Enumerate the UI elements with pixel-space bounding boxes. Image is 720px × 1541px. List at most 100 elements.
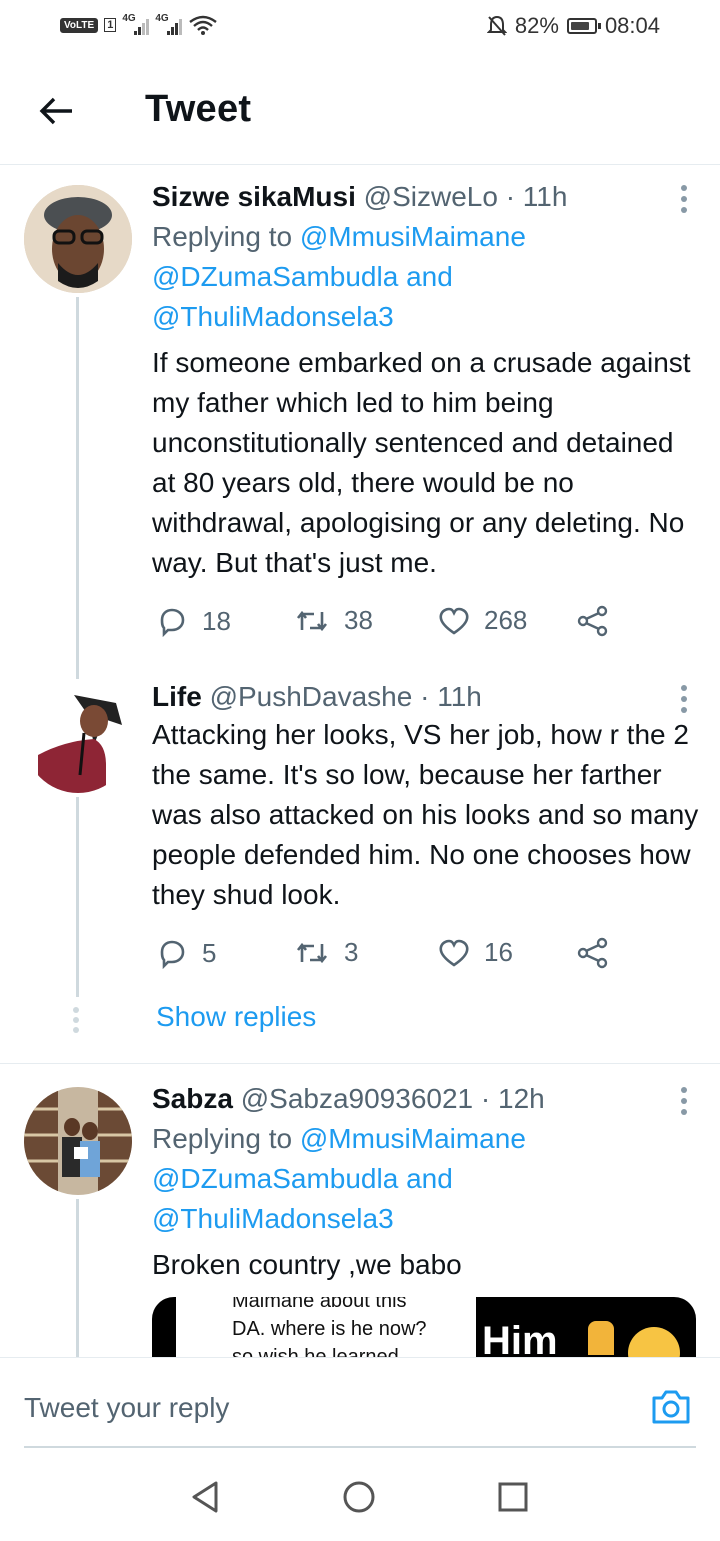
mention-link[interactable]: @DZumaSambudla	[152, 261, 398, 292]
share-button[interactable]	[576, 605, 610, 637]
avatar[interactable]	[24, 1087, 132, 1195]
retweet-count: 3	[344, 937, 359, 967]
tweet-header: Sabza @Sabza90936021 · 12h	[152, 1081, 700, 1117]
like-button[interactable]: 268	[438, 605, 527, 636]
tweet-content: Life @PushDavashe · 11h Attacking her lo…	[152, 679, 700, 915]
heart-icon	[439, 939, 469, 967]
wifi-icon	[189, 15, 218, 35]
replying-label: Replying to	[152, 221, 293, 252]
tweet-time: · 11h	[505, 181, 568, 212]
tweet-1[interactable]: Sizwe sikaMusi @SizweLo · 11h Replying t…	[0, 165, 720, 679]
share-icon	[577, 937, 608, 969]
battery-icon	[566, 18, 601, 34]
signal-icon: 4G	[122, 13, 150, 35]
status-left: VoLTE 1 4G 4G	[60, 13, 218, 36]
divider	[0, 1063, 720, 1064]
tweet-time: · 11h	[420, 681, 482, 712]
top-app-bar: Tweet	[0, 58, 720, 165]
display-name[interactable]: Life	[152, 681, 202, 712]
retweet-icon	[296, 942, 328, 963]
more-options-icon[interactable]	[678, 1087, 690, 1117]
media-text: Him	[482, 1319, 558, 1357]
avatar-image	[24, 185, 132, 293]
replying-to: Replying to @MmusiMaimane @DZumaSambudla…	[152, 1119, 700, 1239]
battery-fill	[570, 22, 589, 30]
retweet-button[interactable]: 3	[294, 937, 358, 968]
signal-icon: 4G	[155, 13, 183, 35]
reply-button[interactable]: 18	[156, 605, 231, 637]
avatar-image	[24, 685, 132, 793]
avatar[interactable]	[24, 685, 132, 793]
tweet-content: Sabza @Sabza90936021 · 12h Replying to @…	[152, 1081, 700, 1285]
camera-icon[interactable]	[650, 1386, 692, 1428]
tweet-time: · 12h	[480, 1083, 545, 1114]
reply-icon	[160, 940, 185, 969]
retweet-count: 38	[344, 605, 373, 635]
media-meme-text: Maimane about this DA. where is he now? …	[176, 1297, 476, 1357]
display-name[interactable]: Sabza	[152, 1083, 233, 1114]
mention-link[interactable]: @DZumaSambudla	[152, 1163, 398, 1194]
network-type: 4G	[155, 13, 169, 24]
mention-link[interactable]: @ThuliMadonsela3	[152, 1203, 394, 1234]
network-type: 4G	[122, 13, 136, 24]
tweet-text: Attacking her looks, VS her job, how r t…	[152, 719, 699, 910]
show-replies-link[interactable]: Show replies	[156, 1001, 316, 1033]
avatar[interactable]	[24, 185, 132, 293]
media-caption: Him	[476, 1297, 696, 1357]
retweet-button[interactable]: 38	[294, 605, 373, 636]
reply-icon	[160, 608, 185, 637]
avatar-image	[24, 1087, 132, 1195]
share-icon	[577, 605, 608, 637]
status-right: 82% 08:04	[486, 13, 660, 39]
like-count: 16	[484, 937, 513, 967]
thread-line	[76, 297, 79, 679]
media-text: DA. where is he now?	[232, 1318, 427, 1340]
replying-label: Replying to	[152, 1123, 293, 1154]
status-bar: VoLTE 1 4G 4G 82% 08:04	[0, 0, 720, 58]
tweet-2[interactable]: Life @PushDavashe · 11h Attacking her lo…	[0, 665, 720, 1065]
display-name[interactable]: Sizwe sikaMusi	[152, 181, 356, 212]
media-text: so wish he learned	[232, 1346, 399, 1357]
battery-percent: 82%	[514, 13, 559, 38]
nav-back-icon[interactable]	[188, 1480, 222, 1514]
mention-link[interactable]: @ThuliMadonsela3	[152, 301, 394, 332]
mention-and[interactable]: and	[406, 261, 453, 292]
tweet-header: Life @PushDavashe · 11h	[152, 679, 700, 715]
mention-link[interactable]: @MmusiMaimane	[300, 221, 526, 252]
mention-link[interactable]: @MmusiMaimane	[300, 1123, 526, 1154]
reply-composer: Tweet your reply	[0, 1357, 720, 1450]
smile-emoji	[628, 1327, 680, 1357]
tweet-media-image[interactable]: Maimane about this DA. where is he now? …	[152, 1297, 696, 1357]
reply-underline	[24, 1446, 696, 1448]
reply-input[interactable]: Tweet your reply	[24, 1392, 229, 1424]
nav-home-icon[interactable]	[342, 1480, 376, 1514]
more-options-icon[interactable]	[678, 685, 690, 715]
thread-line	[76, 1199, 79, 1357]
sim-indicator: 1	[104, 18, 117, 32]
mute-bell-icon	[486, 15, 507, 36]
heart-icon	[439, 607, 469, 635]
reply-button[interactable]: 5	[156, 937, 216, 969]
more-options-icon[interactable]	[678, 185, 690, 215]
mention-and[interactable]: and	[406, 1163, 453, 1194]
thread-continuation-dots	[72, 1007, 80, 1037]
tweet-header: Sizwe sikaMusi @SizweLo · 11h	[152, 179, 700, 215]
share-button[interactable]	[576, 937, 610, 969]
user-handle[interactable]: @Sabza90936021	[241, 1083, 473, 1114]
reply-count: 5	[202, 937, 217, 968]
fingers-crossed-emoji	[588, 1321, 614, 1355]
volte-indicator: VoLTE	[60, 17, 99, 33]
arrow-left-icon[interactable]	[36, 91, 76, 131]
tweet-actions: 18 38 268	[152, 605, 632, 645]
user-handle[interactable]: @PushDavashe	[210, 681, 413, 712]
clock: 08:04	[604, 13, 660, 38]
page-title: Tweet	[145, 88, 252, 130]
media-text: Maimane about this	[232, 1297, 407, 1312]
like-button[interactable]: 16	[438, 937, 513, 968]
nav-recents-icon[interactable]	[496, 1480, 530, 1514]
retweet-icon	[296, 610, 328, 631]
user-handle[interactable]: @SizweLo	[364, 181, 498, 212]
tweet-text: Broken country ,we babo	[152, 1249, 462, 1280]
reply-count: 18	[202, 605, 231, 636]
tweet-actions: 5 3 16	[152, 937, 632, 977]
